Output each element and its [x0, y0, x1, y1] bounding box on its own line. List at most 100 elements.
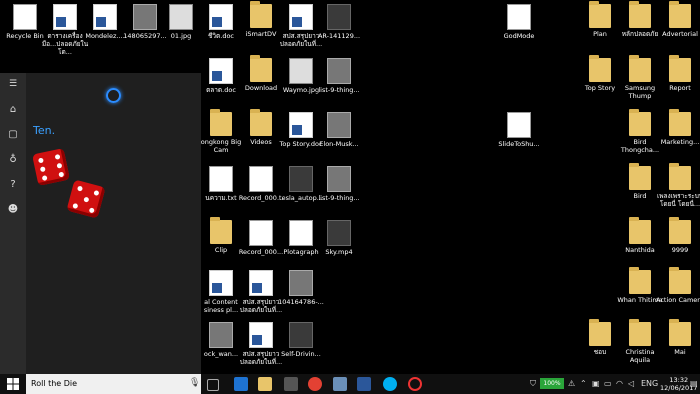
- feedback-icon[interactable]: ☻: [6, 203, 20, 217]
- photo-icon: [327, 58, 351, 84]
- photo-icon: [327, 166, 351, 192]
- photo-icon: [209, 322, 233, 348]
- generic-icon: [209, 166, 233, 192]
- notebook-icon[interactable]: ▢: [6, 128, 20, 142]
- microphone-icon[interactable]: 🎙: [189, 378, 200, 388]
- file-explorer-icon[interactable]: [258, 377, 272, 391]
- search-box[interactable]: Roll the Die 🎙: [26, 374, 201, 394]
- folder-icon: [250, 109, 272, 136]
- folder-icon: [629, 109, 651, 136]
- generic-icon: [249, 220, 273, 246]
- task-view-icon[interactable]: [207, 379, 219, 391]
- folder-icon: [669, 1, 691, 28]
- video-icon: [289, 322, 313, 348]
- taskbar: Roll the Die 🎙 ⛉ 100% ⚠ ⌃ ▣ ▭ ◠ ◁ ENG 13…: [0, 374, 700, 394]
- app-icon[interactable]: [333, 377, 347, 391]
- desktop-icon[interactable]: list-9-thing...: [314, 58, 364, 94]
- desktop-icon[interactable]: เพลงเพราะระบบโดยนี่ โดยนี่...: [655, 163, 700, 208]
- desktop-icon[interactable]: list-9-thing...: [314, 166, 364, 202]
- video-icon: [327, 220, 351, 246]
- die-icon: [32, 148, 70, 186]
- generic-icon: [249, 166, 273, 192]
- desktop-icon-label: หลักปลอดภัย: [621, 30, 659, 38]
- doc-icon: [289, 4, 313, 30]
- desktop-icon[interactable]: Mai: [655, 319, 700, 356]
- folder-icon: [589, 319, 611, 346]
- desktop-icon[interactable]: GodMode: [494, 4, 544, 40]
- hamburger-icon[interactable]: ☰: [6, 77, 20, 91]
- desktop-icon-label: Top Story: [584, 84, 616, 92]
- desktop-icon[interactable]: Elon-Musk...: [314, 112, 364, 148]
- shield-icon[interactable]: ⛉: [530, 379, 536, 389]
- desktop-icon[interactable]: Action Camera: [655, 267, 700, 304]
- desktop-icon-label: นความ.txt: [205, 194, 237, 202]
- search-input[interactable]: Roll the Die: [31, 379, 77, 388]
- folder-icon: [669, 319, 691, 346]
- tray-app-icon[interactable]: ▣: [592, 379, 600, 388]
- folder-icon: [629, 217, 651, 244]
- folder-icon: [629, 1, 651, 28]
- lightbulb-icon[interactable]: ♁: [6, 153, 20, 167]
- chrome-icon[interactable]: [308, 377, 322, 391]
- battery-icon[interactable]: ▭: [604, 379, 612, 388]
- desktop-icon-label: Mai: [674, 348, 686, 356]
- desktop-icon-label: list-9-thing...: [318, 86, 360, 94]
- cortana-logo-icon: [106, 88, 121, 103]
- video-icon: [327, 4, 351, 30]
- folder-icon: [669, 267, 691, 294]
- recorder-icon[interactable]: [408, 377, 422, 391]
- desktop-icon-label: Clip: [214, 246, 228, 254]
- desktop-icon[interactable]: 9999: [655, 217, 700, 254]
- desktop-icon-label: iSmartDV: [245, 30, 277, 38]
- desktop-icon[interactable]: 104164786-...: [276, 270, 326, 306]
- folder-icon: [669, 55, 691, 82]
- folder-icon: [669, 109, 691, 136]
- battery-indicator[interactable]: 100%: [540, 378, 564, 389]
- word-icon[interactable]: [357, 377, 371, 391]
- language-indicator[interactable]: ENG: [641, 379, 658, 388]
- cortana-answer: Ten.: [33, 124, 56, 137]
- help-icon[interactable]: ?: [6, 178, 20, 192]
- desktop-icon[interactable]: AR-141129...: [314, 4, 364, 40]
- wifi-icon[interactable]: ◠: [616, 379, 623, 388]
- notification-icon[interactable]: ▤: [690, 379, 698, 388]
- generic-icon: [507, 112, 531, 138]
- desktop-icon-label: ock_wan...: [203, 350, 239, 358]
- desktop-icon-label: เพลงเพราะระบบโดยนี่ โดยนี่...: [656, 192, 700, 208]
- desktop-icon[interactable]: SlideToShu...: [494, 112, 544, 148]
- desktop-icon[interactable]: Report: [655, 55, 700, 92]
- volume-icon[interactable]: ◁: [628, 379, 634, 388]
- desktop-icon[interactable]: Self-Drivin...: [276, 322, 326, 358]
- folder-icon: [629, 319, 651, 346]
- home-icon[interactable]: ⌂: [6, 103, 20, 117]
- desktop-icon-label: GodMode: [503, 32, 535, 40]
- desktop-icon[interactable]: Marketing...: [655, 109, 700, 146]
- folder-icon: [250, 55, 272, 82]
- doc-icon: [289, 112, 313, 138]
- desktop-icon-label: ตลาด.doc: [206, 86, 236, 94]
- folder-icon: [629, 267, 651, 294]
- skype-icon[interactable]: [383, 377, 397, 391]
- chevron-up-icon[interactable]: ⌃: [580, 379, 587, 388]
- folder-icon: [250, 1, 272, 28]
- desktop-icon[interactable]: Advertorial: [655, 1, 700, 38]
- photo-icon: [327, 112, 351, 138]
- generic-icon: [13, 4, 37, 30]
- photo-icon: [133, 4, 157, 30]
- generic-icon: [289, 220, 313, 246]
- store-icon[interactable]: [284, 377, 298, 391]
- doc-icon: [249, 270, 273, 296]
- desktop-icon-label: Elon-Musk...: [319, 140, 359, 148]
- doc-icon: [209, 58, 233, 84]
- warning-icon[interactable]: ⚠: [568, 379, 575, 388]
- desktop-icon-label: Download: [244, 84, 278, 92]
- folder-icon: [589, 1, 611, 28]
- generic-icon: [507, 4, 531, 30]
- folder-icon: [669, 217, 691, 244]
- start-button[interactable]: [0, 374, 26, 394]
- doc-icon: [249, 322, 273, 348]
- desktop-icon-label: ชอบ: [593, 348, 607, 356]
- doc-icon: [93, 4, 117, 30]
- desktop-icon[interactable]: Sky.mp4: [314, 220, 364, 256]
- edge-icon[interactable]: [234, 377, 248, 391]
